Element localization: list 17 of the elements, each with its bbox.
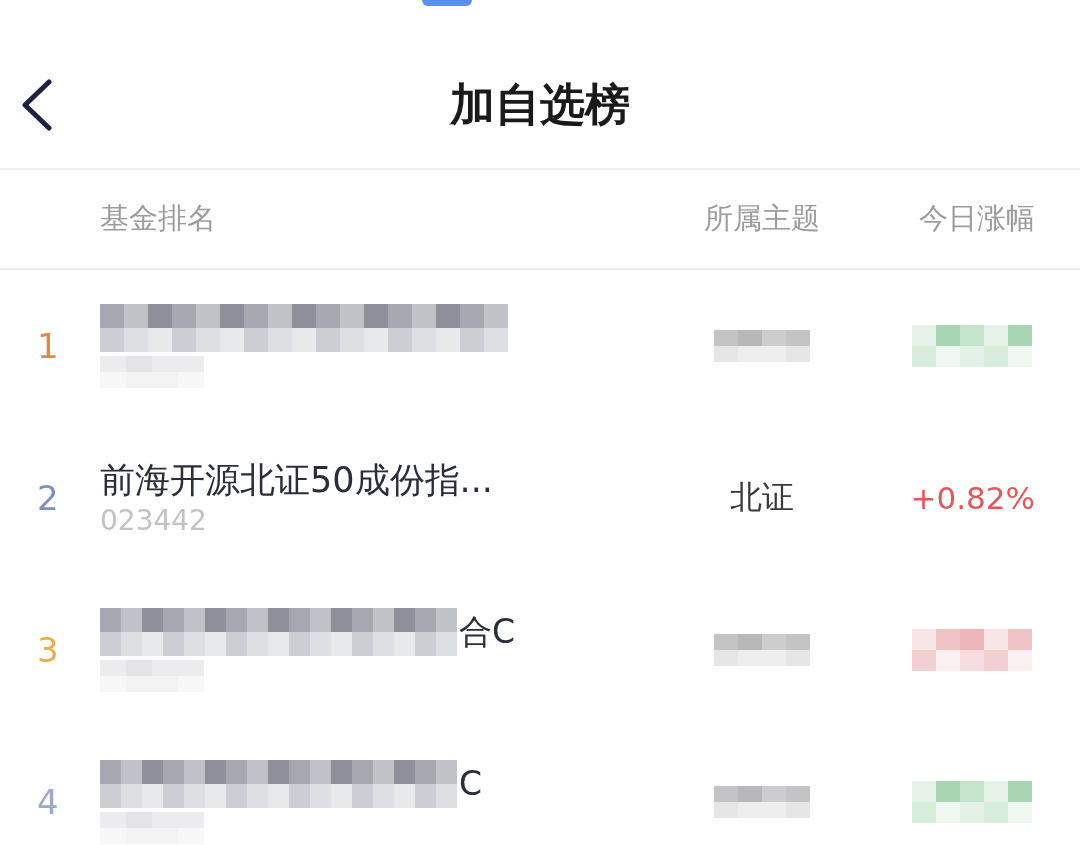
fund-name: 前海开源北证50成份指...: [100, 459, 493, 502]
page-title: 加自选榜: [450, 77, 630, 133]
theme-label: 北证: [730, 477, 794, 518]
chevron-left-icon: [20, 79, 54, 131]
fund-name: C: [459, 763, 483, 805]
back-button[interactable]: [20, 79, 54, 131]
column-header: 今日涨幅: [919, 200, 1035, 237]
column-header: 基金排名: [100, 200, 216, 237]
rank-number: 3: [37, 630, 59, 670]
fund-name: 合C: [459, 611, 516, 653]
rank-number: 1: [37, 326, 59, 366]
column-header: 所属主题: [704, 200, 820, 237]
fund-code: 023442: [100, 504, 207, 538]
rank-number: 4: [37, 782, 59, 822]
tab-indicator: [422, 0, 472, 6]
rank-number: 2: [37, 478, 59, 518]
daily-change: +0.82%: [910, 480, 1035, 516]
